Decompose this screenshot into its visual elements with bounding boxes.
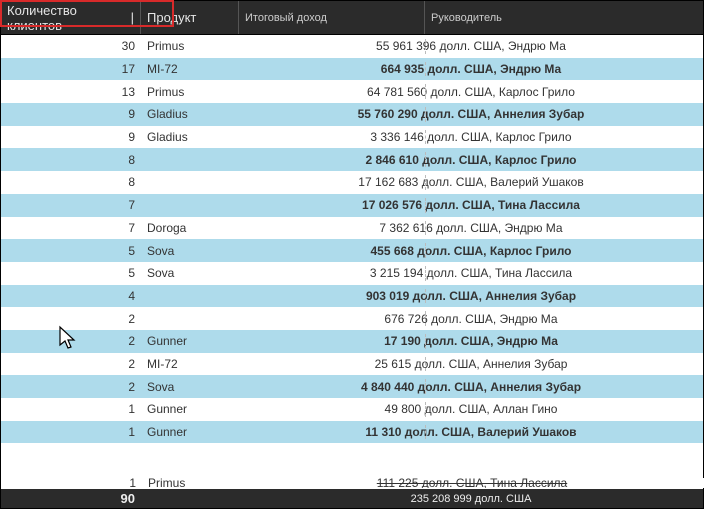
cell-clients: 9 — [1, 103, 141, 126]
table-row[interactable]: 8 17 162 683 долл. США, Валерий Ушаков — [1, 171, 703, 194]
table-row[interactable]: 5Sova3 215 194 долл. США, Тина Лассила — [1, 262, 703, 285]
cell-product — [141, 194, 239, 217]
cell-clients: 1 — [1, 421, 141, 444]
cell-combined: 903 019 долл. США, Аннелия Зубар — [239, 285, 703, 308]
cell-clients: 8 — [1, 171, 141, 194]
cell-combined: 4 840 440 долл. США, Аннелия Зубар — [239, 375, 703, 398]
header-clients-label: Количество клиентов — [7, 3, 129, 33]
table-footer: 90 235 208 999 долл. США — [1, 489, 703, 508]
table-row[interactable]: 7Doroga7 362 616 долл. США, Эндрю Ма — [1, 217, 703, 240]
table-row[interactable]: 9Gladius3 336 146 долл. США, Карлос Грил… — [1, 126, 703, 149]
cell-product — [141, 148, 239, 171]
cell-clients: 1 — [1, 398, 141, 421]
cell-clients: 7 — [1, 217, 141, 240]
table-row[interactable]: 1Gunner49 800 долл. США, Аллан Гино — [1, 398, 703, 421]
cell-product: Gunner — [141, 330, 239, 353]
cell-clients: 8 — [1, 148, 141, 171]
cell-clients: 4 — [1, 285, 141, 308]
cell-combined: 49 800 долл. США, Аллан Гино — [239, 398, 703, 421]
header-income[interactable]: Итоговый доход — [239, 1, 425, 34]
cell-combined: 7 362 616 долл. США, Эндрю Ма — [239, 217, 703, 240]
cell-product: Gladius — [141, 103, 239, 126]
cell-product: Sova — [141, 375, 239, 398]
table-row[interactable]: 2Gunner17 190 долл. США, Эндрю Ма — [1, 330, 703, 353]
cell-combined: 455 668 долл. США, Карлос Грило — [239, 239, 703, 262]
table-row[interactable]: 5Sova455 668 долл. США, Карлос Грило — [1, 239, 703, 262]
cell-product: Doroga — [141, 217, 239, 240]
cell-clients: 2 — [1, 330, 141, 353]
table-row[interactable]: 30Primus55 961 396 долл. США, Эндрю Ма — [1, 35, 703, 58]
cell-product: Primus — [142, 478, 240, 488]
cell-clients: 7 — [1, 194, 141, 217]
cell-combined: 17 162 683 долл. США, Валерий Ушаков — [239, 171, 703, 194]
header-manager-label: Руководитель — [431, 12, 502, 24]
table-header: Количество клиентов | Продукт Итоговый д… — [1, 1, 703, 35]
cell-combined: 664 935 долл. США, Эндрю Ма — [239, 58, 703, 81]
cell-combined: 55 961 396 долл. США, Эндрю Ма — [239, 35, 703, 58]
cell-combined: 17 190 долл. США, Эндрю Ма — [239, 330, 703, 353]
table-row[interactable]: 8 2 846 610 долл. США, Карлос Грило — [1, 148, 703, 171]
table-frame: Количество клиентов | Продукт Итоговый д… — [1, 1, 703, 508]
footer-spacer — [141, 489, 239, 508]
table-row[interactable]: 17MI-72664 935 долл. США, Эндрю Ма — [1, 58, 703, 81]
partial-row: 1 Primus 111 225 долл. США, Тина Лассила — [2, 478, 704, 488]
cell-product: MI-72 — [141, 353, 239, 376]
cell-combined: 3 336 146 долл. США, Карлос Грило — [239, 126, 703, 149]
cell-combined: 25 615 долл. США, Аннелия Зубар — [239, 353, 703, 376]
cell-product: Gunner — [141, 398, 239, 421]
header-income-label: Итоговый доход — [245, 12, 327, 24]
cell-product: Sova — [141, 239, 239, 262]
cell-clients: 2 — [1, 353, 141, 376]
cell-product: Primus — [141, 35, 239, 58]
header-clients[interactable]: Количество клиентов | — [1, 1, 141, 34]
cell-combined: 11 310 долл. США, Валерий Ушаков — [239, 421, 703, 444]
cell-clients: 5 — [1, 262, 141, 285]
cell-clients: 5 — [1, 239, 141, 262]
cell-clients: 17 — [1, 58, 141, 81]
cell-combined: 17 026 576 долл. США, Тина Лассила — [239, 194, 703, 217]
table-row[interactable]: 9Gladius55 760 290 долл. США, Аннелия Зу… — [1, 103, 703, 126]
table-row[interactable]: 13Primus64 781 560 долл. США, Карлос Гри… — [1, 80, 703, 103]
cell-clients: 1 — [2, 478, 142, 488]
cell-product: Sova — [141, 262, 239, 285]
table-row[interactable]: 2Sova4 840 440 долл. США, Аннелия Зубар — [1, 375, 703, 398]
cell-product: Gunner — [141, 421, 239, 444]
cell-product: MI-72 — [141, 58, 239, 81]
cell-clients: 2 — [1, 307, 141, 330]
cell-clients: 2 — [1, 375, 141, 398]
cell-clients: 9 — [1, 126, 141, 149]
table-row[interactable]: 1Gunner11 310 долл. США, Валерий Ушаков — [1, 421, 703, 444]
cell-combined: 676 726 долл. США, Эндрю Ма — [239, 307, 703, 330]
table-row[interactable]: 7 17 026 576 долл. США, Тина Лассила — [1, 194, 703, 217]
table-row[interactable]: 2MI-7225 615 долл. США, Аннелия Зубар — [1, 353, 703, 376]
cell-product — [141, 171, 239, 194]
cell-combined: 3 215 194 долл. США, Тина Лассила — [239, 262, 703, 285]
cell-product — [141, 307, 239, 330]
cell-combined: 111 225 долл. США, Тина Лассила — [240, 478, 704, 488]
header-manager[interactable]: Руководитель — [425, 1, 703, 34]
cell-combined: 64 781 560 долл. США, Карлос Грило — [239, 80, 703, 103]
cell-clients: 13 — [1, 80, 141, 103]
table-row[interactable]: 2 676 726 долл. США, Эндрю Ма — [1, 307, 703, 330]
cell-product — [141, 285, 239, 308]
header-product-label: Продукт — [147, 10, 196, 25]
cell-clients: 30 — [1, 35, 141, 58]
header-product[interactable]: Продукт — [141, 1, 239, 34]
sort-indicator: | — [131, 10, 134, 25]
cell-product: Gladius — [141, 126, 239, 149]
footer-total-clients: 90 — [1, 489, 141, 508]
table-body: 30Primus55 961 396 долл. США, Эндрю Ма17… — [1, 35, 703, 489]
table-row[interactable]: 4 903 019 долл. США, Аннелия Зубар — [1, 285, 703, 308]
cell-product: Primus — [141, 80, 239, 103]
footer-total-income: 235 208 999 долл. США — [239, 489, 703, 508]
cell-combined: 2 846 610 долл. США, Карлос Грило — [239, 148, 703, 171]
cell-combined: 55 760 290 долл. США, Аннелия Зубар — [239, 103, 703, 126]
